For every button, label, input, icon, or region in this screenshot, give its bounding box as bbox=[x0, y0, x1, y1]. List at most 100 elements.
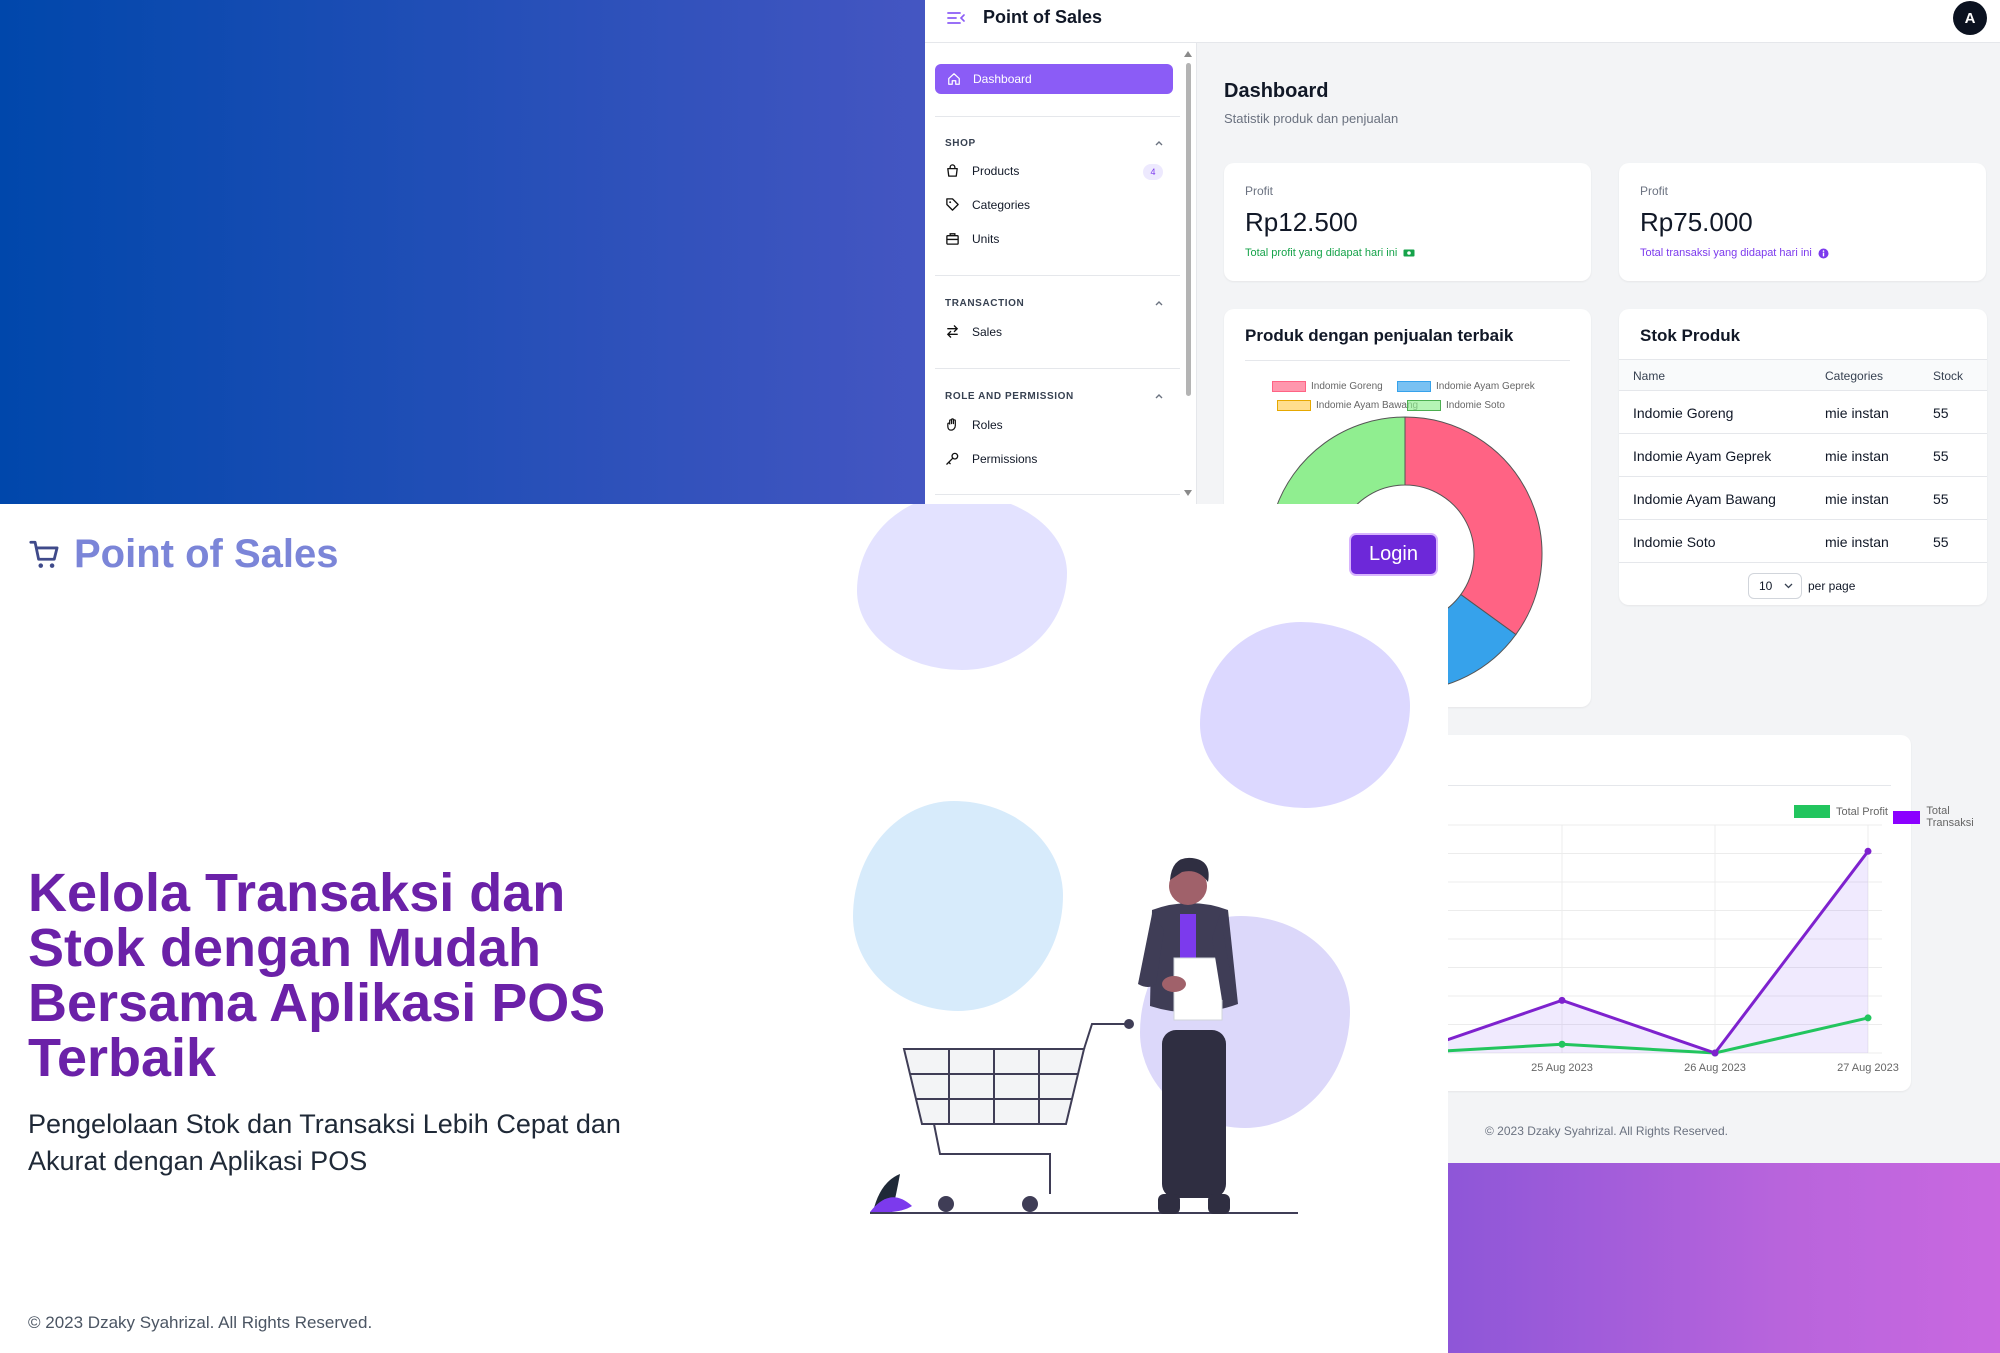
sidebar-item-label: Sales bbox=[972, 324, 1003, 339]
sidebar-item-sales[interactable]: Sales bbox=[945, 324, 1002, 339]
divider bbox=[935, 494, 1180, 495]
cell-stock: 55 bbox=[1933, 534, 1949, 550]
per-page-value: 10 bbox=[1759, 579, 1773, 593]
gradient-background-bottom bbox=[1448, 1163, 2000, 1353]
column-header[interactable]: Stock bbox=[1933, 369, 1963, 383]
column-header[interactable]: Name bbox=[1633, 369, 1665, 383]
cell-category: mie instan bbox=[1825, 448, 1889, 464]
sidebar-item-roles[interactable]: Roles bbox=[945, 417, 1003, 432]
cart-frame bbox=[933, 1123, 1051, 1194]
cell-stock: 55 bbox=[1933, 405, 1949, 421]
tag-icon bbox=[946, 198, 959, 211]
sidebar-item-dashboard[interactable]: Dashboard bbox=[935, 64, 1173, 94]
page-subtitle: Statistik produk dan penjualan bbox=[1224, 111, 1399, 126]
data-point[interactable] bbox=[1864, 1014, 1872, 1022]
sidebar-item-label: Dashboard bbox=[973, 72, 1032, 86]
cell-stock: 55 bbox=[1933, 491, 1949, 507]
sidebar-item-label: Categories bbox=[972, 197, 1031, 212]
sidebar-item-label: Roles bbox=[972, 417, 1003, 432]
data-point[interactable] bbox=[1711, 1049, 1719, 1057]
chevron-up-icon[interactable] bbox=[1154, 139, 1164, 147]
app-brand: Point of Sales bbox=[947, 7, 1102, 28]
stat-value: Rp12.500 bbox=[1245, 207, 1358, 237]
cell-category: mie instan bbox=[1825, 491, 1889, 507]
person-shoe bbox=[1208, 1194, 1230, 1214]
sidebar-scrollbar[interactable] bbox=[1184, 47, 1192, 499]
data-point[interactable] bbox=[1558, 996, 1566, 1004]
person-shoe bbox=[1158, 1194, 1180, 1214]
sidebar-item-categories[interactable]: Categories bbox=[945, 197, 1030, 212]
section-header-role-permission[interactable]: ROLE AND PERMISSION bbox=[945, 391, 1074, 402]
cell-stock: 55 bbox=[1933, 448, 1949, 464]
stat-note: Total transaksi yang didapat hari ini bbox=[1640, 247, 1829, 259]
section-header-transaction[interactable]: TRANSACTION bbox=[945, 298, 1024, 309]
scroll-up-arrow-icon[interactable] bbox=[1184, 51, 1192, 57]
section-header-shop[interactable]: SHOP bbox=[945, 138, 976, 149]
cell-name: Indomie Soto bbox=[1633, 534, 1716, 550]
key-icon bbox=[946, 452, 959, 465]
briefcase-icon bbox=[946, 233, 959, 245]
sidebar-item-units[interactable]: Units bbox=[945, 231, 999, 246]
card-title: Stok Produk bbox=[1640, 326, 1741, 345]
avatar[interactable]: A bbox=[1953, 1, 1987, 35]
top-bar: Point of Sales A bbox=[925, 0, 2000, 43]
hero-subtitle: Pengelolaan Stok dan Transaksi Lebih Cep… bbox=[28, 1109, 621, 1176]
divider bbox=[935, 275, 1180, 276]
landing-footer: © 2023 Dzaky Syahrizal. All Rights Reser… bbox=[28, 1313, 373, 1332]
data-point[interactable] bbox=[1558, 1040, 1566, 1048]
hero-title: Kelola Transaksi dan Stok dengan Mudah B… bbox=[28, 863, 606, 1088]
shopping-person-illustration bbox=[870, 857, 1298, 1214]
stat-note-text: Total profit yang didapat hari ini bbox=[1245, 247, 1398, 259]
cell-name: Indomie Goreng bbox=[1633, 405, 1734, 421]
stat-label: Profit bbox=[1640, 184, 1669, 198]
column-header[interactable]: Categories bbox=[1825, 369, 1883, 383]
x-tick-label: 25 Aug 2023 bbox=[1531, 1062, 1593, 1074]
cell-category: mie instan bbox=[1825, 534, 1889, 550]
dashboard-footer: © 2023 Dzaky Syahrizal. All Rights Reser… bbox=[1485, 1124, 1728, 1138]
swap-arrows-icon bbox=[946, 325, 959, 338]
cell-name: Indomie Ayam Bawang bbox=[1633, 491, 1776, 507]
chevron-up-icon[interactable] bbox=[1154, 299, 1164, 307]
data-point[interactable] bbox=[1864, 847, 1872, 855]
sidebar-item-permissions[interactable]: Permissions bbox=[945, 451, 1037, 466]
hand-icon bbox=[947, 418, 956, 431]
decorative-blob bbox=[1200, 622, 1410, 808]
stock-card: Stok Produk Name Categories Stock Indomi… bbox=[1619, 309, 1987, 605]
stat-note: Total profit yang didapat hari ini bbox=[1245, 247, 1415, 259]
landing-brand[interactable]: Point of Sales bbox=[28, 532, 339, 577]
sidebar-item-products[interactable]: Products bbox=[945, 163, 1019, 178]
money-icon bbox=[1403, 249, 1415, 257]
sidebar: Dashboard SHOP Products 4 Categories Uni… bbox=[925, 43, 1197, 504]
cell-category: mie instan bbox=[1825, 405, 1889, 421]
home-icon bbox=[948, 73, 960, 85]
chevron-down-icon bbox=[1784, 583, 1793, 589]
per-page-control: 10 per page bbox=[1748, 573, 1855, 599]
sidebar-item-label: Units bbox=[972, 231, 1000, 246]
landing-page: Point of Sales Login Kelola Transaksi da… bbox=[0, 504, 1448, 1353]
person-hand bbox=[1162, 976, 1186, 992]
table-row[interactable]: Indomie Ayam Geprek mie instan 55 bbox=[1619, 434, 1987, 477]
table-row[interactable]: Indomie Ayam Bawang mie instan 55 bbox=[1619, 477, 1987, 520]
login-button[interactable]: Login bbox=[1349, 533, 1438, 576]
stat-label: Profit bbox=[1245, 184, 1274, 198]
cart-handle bbox=[1083, 1023, 1128, 1050]
scroll-down-arrow-icon[interactable] bbox=[1184, 490, 1192, 496]
cart-handle-grip bbox=[1124, 1019, 1134, 1029]
x-tick-label: 26 Aug 2023 bbox=[1684, 1062, 1746, 1074]
bag-icon bbox=[947, 164, 958, 177]
app-title: Point of Sales bbox=[983, 7, 1103, 27]
legend-label: Total Transaksi bbox=[1926, 805, 1974, 829]
table-header: Name Categories Stock bbox=[1619, 359, 1987, 391]
divider bbox=[935, 116, 1180, 117]
person-legs bbox=[1162, 1030, 1226, 1198]
sidebar-item-label: Permissions bbox=[972, 451, 1038, 466]
decorative-blob bbox=[857, 504, 1067, 670]
table-row[interactable]: Indomie Soto mie instan 55 bbox=[1619, 520, 1987, 563]
menu-toggle-icon[interactable] bbox=[947, 11, 965, 25]
per-page-select[interactable]: 10 bbox=[1748, 573, 1802, 599]
scroll-thumb[interactable] bbox=[1186, 63, 1191, 396]
table-row[interactable]: Indomie Goreng mie instan 55 bbox=[1619, 391, 1987, 434]
chevron-up-icon[interactable] bbox=[1154, 392, 1164, 400]
stat-note-text: Total transaksi yang didapat hari ini bbox=[1640, 247, 1812, 259]
cart-wheel bbox=[938, 1196, 954, 1212]
